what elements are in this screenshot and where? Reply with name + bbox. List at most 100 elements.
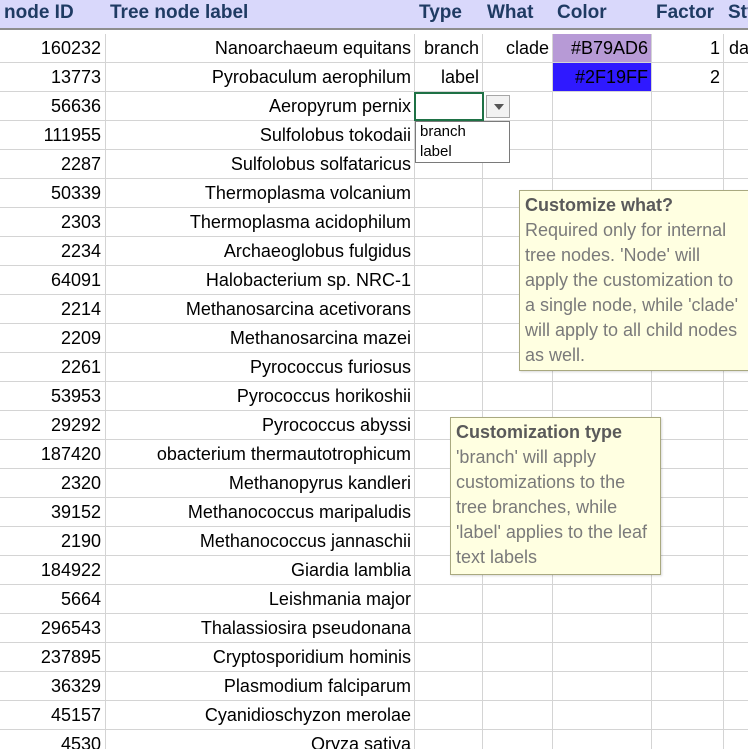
cell-factor[interactable]: 2 xyxy=(652,63,724,91)
cell-style[interactable] xyxy=(724,730,748,749)
cell-node-id[interactable]: 39152 xyxy=(0,498,106,526)
cell-color[interactable] xyxy=(553,701,652,729)
cell-type[interactable] xyxy=(415,382,483,410)
cell-tree-node-label[interactable]: Pyrococcus horikoshii xyxy=(106,382,415,410)
cell-tree-node-label[interactable]: Methanosarcina mazei xyxy=(106,324,415,352)
cell-factor[interactable] xyxy=(652,498,724,526)
cell-tree-node-label[interactable]: Methanococcus jannaschii xyxy=(106,527,415,555)
cell-node-id[interactable]: 2320 xyxy=(0,469,106,497)
cell-factor[interactable] xyxy=(652,672,724,700)
cell-what[interactable] xyxy=(483,643,553,671)
cell-what[interactable]: clade xyxy=(483,34,553,62)
header-what[interactable]: What xyxy=(483,0,553,28)
cell-style[interactable] xyxy=(724,585,748,613)
cell-what[interactable] xyxy=(483,585,553,613)
dropdown-button[interactable] xyxy=(486,95,510,118)
cell-tree-node-label[interactable]: Pyrococcus furiosus xyxy=(106,353,415,381)
dropdown-option-branch[interactable]: branch xyxy=(420,122,505,142)
cell-node-id[interactable]: 2190 xyxy=(0,527,106,555)
cell-style[interactable] xyxy=(724,382,748,410)
cell-factor[interactable] xyxy=(652,150,724,178)
cell-color[interactable] xyxy=(553,382,652,410)
cell-what[interactable] xyxy=(483,382,553,410)
cell-color[interactable] xyxy=(553,672,652,700)
dropdown-option-label[interactable]: label xyxy=(420,142,505,162)
cell-tree-node-label[interactable]: Thermoplasma acidophilum xyxy=(106,208,415,236)
cell-style[interactable] xyxy=(724,498,748,526)
cell-style[interactable] xyxy=(724,556,748,584)
header-style[interactable]: Sty xyxy=(724,0,748,28)
cell-style[interactable] xyxy=(724,701,748,729)
cell-factor[interactable] xyxy=(652,701,724,729)
cell-node-id[interactable]: 2234 xyxy=(0,237,106,265)
cell-what[interactable] xyxy=(483,730,553,749)
cell-tree-node-label[interactable]: Methanosarcina acetivorans xyxy=(106,295,415,323)
cell-tree-node-label[interactable]: Sulfolobus tokodaii xyxy=(106,121,415,149)
cell-node-id[interactable]: 111955 xyxy=(0,121,106,149)
cell-tree-node-label[interactable]: Nanoarchaeum equitans xyxy=(106,34,415,62)
cell-factor[interactable] xyxy=(652,440,724,468)
header-node-id[interactable]: node ID xyxy=(0,0,106,28)
cell-factor[interactable] xyxy=(652,121,724,149)
cell-type[interactable] xyxy=(415,701,483,729)
header-tree-node-label[interactable]: Tree node label xyxy=(106,0,415,28)
cell-type[interactable] xyxy=(415,179,483,207)
cell-node-id[interactable]: 296543 xyxy=(0,614,106,642)
cell-style[interactable] xyxy=(724,469,748,497)
cell-what[interactable] xyxy=(483,672,553,700)
cell-color[interactable]: #2F19FF xyxy=(553,63,652,91)
cell-node-id[interactable]: 2214 xyxy=(0,295,106,323)
cell-tree-node-label[interactable]: Archaeoglobus fulgidus xyxy=(106,237,415,265)
cell-tree-node-label[interactable]: Cryptosporidium hominis xyxy=(106,643,415,671)
cell-color[interactable] xyxy=(553,730,652,749)
cell-type[interactable] xyxy=(415,614,483,642)
cell-style[interactable] xyxy=(724,63,748,91)
cell-style[interactable] xyxy=(724,411,748,439)
cell-node-id[interactable]: 5664 xyxy=(0,585,106,613)
cell-node-id[interactable]: 237895 xyxy=(0,643,106,671)
cell-type[interactable] xyxy=(415,672,483,700)
cell-factor[interactable] xyxy=(652,382,724,410)
cell-style[interactable] xyxy=(724,121,748,149)
cell-node-id[interactable]: 2261 xyxy=(0,353,106,381)
cell-node-id[interactable]: 29292 xyxy=(0,411,106,439)
cell-what[interactable] xyxy=(483,614,553,642)
cell-tree-node-label[interactable]: Methanopyrus kandleri xyxy=(106,469,415,497)
cell-factor[interactable] xyxy=(652,92,724,120)
cell-node-id[interactable]: 2287 xyxy=(0,150,106,178)
cell-color[interactable]: #B79AD6 xyxy=(553,34,652,62)
cell-style[interactable] xyxy=(724,527,748,555)
cell-tree-node-label[interactable]: Thalassiosira pseudonana xyxy=(106,614,415,642)
cell-tree-node-label[interactable]: Pyrobaculum aerophilum xyxy=(106,63,415,91)
active-cell-type[interactable] xyxy=(414,92,484,121)
cell-tree-node-label[interactable]: Giardia lamblia xyxy=(106,556,415,584)
cell-factor[interactable] xyxy=(652,469,724,497)
cell-tree-node-label[interactable]: obacterium thermautotrophicum xyxy=(106,440,415,468)
cell-factor[interactable]: 1 xyxy=(652,34,724,62)
cell-factor[interactable] xyxy=(652,643,724,671)
cell-type[interactable] xyxy=(415,353,483,381)
cell-type[interactable] xyxy=(415,295,483,323)
cell-style[interactable] xyxy=(724,150,748,178)
cell-tree-node-label[interactable]: Sulfolobus solfataricus xyxy=(106,150,415,178)
cell-type[interactable] xyxy=(415,208,483,236)
cell-style[interactable] xyxy=(724,672,748,700)
cell-node-id[interactable]: 187420 xyxy=(0,440,106,468)
cell-node-id[interactable]: 184922 xyxy=(0,556,106,584)
cell-type[interactable] xyxy=(415,237,483,265)
cell-type[interactable]: branch xyxy=(415,34,483,62)
cell-what[interactable] xyxy=(483,701,553,729)
cell-tree-node-label[interactable]: Plasmodium falciparum xyxy=(106,672,415,700)
cell-factor[interactable] xyxy=(652,585,724,613)
cell-style[interactable] xyxy=(724,614,748,642)
cell-tree-node-label[interactable]: Methanococcus maripaludis xyxy=(106,498,415,526)
cell-node-id[interactable]: 56636 xyxy=(0,92,106,120)
cell-factor[interactable] xyxy=(652,730,724,749)
cell-node-id[interactable]: 36329 xyxy=(0,672,106,700)
header-color[interactable]: Color xyxy=(553,0,652,28)
cell-tree-node-label[interactable]: Halobacterium sp. NRC-1 xyxy=(106,266,415,294)
cell-node-id[interactable]: 2209 xyxy=(0,324,106,352)
cell-type[interactable] xyxy=(415,643,483,671)
cell-tree-node-label[interactable]: Cyanidioschyzon merolae xyxy=(106,701,415,729)
cell-tree-node-label[interactable]: Aeropyrum pernix xyxy=(106,92,415,120)
